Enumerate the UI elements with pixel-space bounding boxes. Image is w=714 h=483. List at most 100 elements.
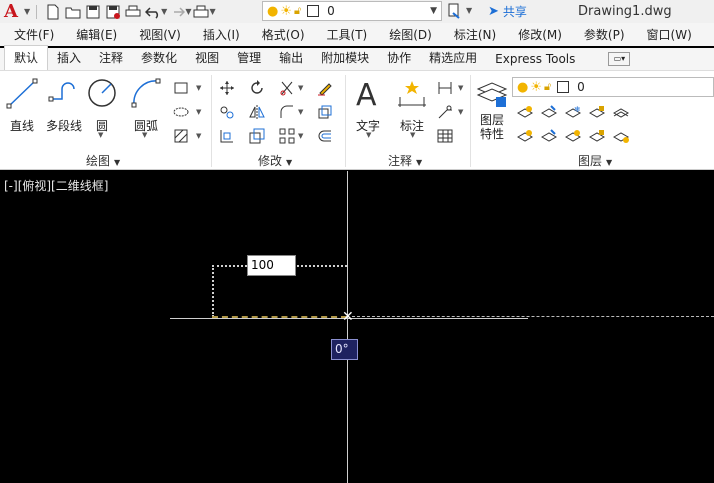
undo-icon[interactable] bbox=[143, 2, 163, 22]
dimension-tool-button[interactable]: 标注 bbox=[396, 77, 428, 134]
leader-icon[interactable] bbox=[436, 103, 454, 121]
quick-access-caret-icon[interactable]: ▼ bbox=[209, 7, 215, 16]
save-icon[interactable] bbox=[83, 2, 103, 22]
dynamic-input-length[interactable]: 100 bbox=[247, 255, 296, 276]
layer-walk-icon[interactable] bbox=[612, 127, 630, 145]
linear-dim-caret-icon[interactable]: ▼ bbox=[458, 84, 463, 92]
layer-lock-icon: 🔓︎ bbox=[544, 80, 552, 93]
layer-properties-button[interactable]: 图层 特性 bbox=[476, 77, 508, 141]
trim-icon[interactable] bbox=[278, 79, 296, 97]
new-file-icon[interactable] bbox=[43, 2, 63, 22]
tab-featured-apps[interactable]: 精选应用 bbox=[420, 46, 486, 70]
layers-panel-title[interactable]: 图层 ▼ bbox=[578, 152, 612, 169]
layer-match-icon[interactable] bbox=[612, 103, 630, 121]
layer-off-icon[interactable] bbox=[516, 103, 534, 121]
tab-default[interactable]: 默认 bbox=[4, 45, 49, 70]
layer-color-swatch bbox=[557, 81, 570, 93]
leader-caret-icon[interactable]: ▼ bbox=[458, 108, 463, 116]
menu-view[interactable]: 视图(V) bbox=[139, 26, 181, 43]
polyline-tool-button[interactable]: 多段线 bbox=[46, 77, 82, 134]
tab-parametric[interactable]: 参数化 bbox=[132, 46, 186, 70]
draw-panel-title[interactable]: 绘图 ▼ bbox=[86, 152, 120, 169]
menu-modify[interactable]: 修改(M) bbox=[518, 26, 562, 43]
table-icon[interactable] bbox=[436, 127, 454, 145]
menu-tools[interactable]: 工具(T) bbox=[327, 26, 368, 43]
tab-view[interactable]: 视图 bbox=[186, 46, 228, 70]
stretch-icon[interactable] bbox=[218, 127, 236, 145]
drawing-canvas[interactable]: [-][俯视][二维线框] 100 ✕ 0° bbox=[0, 171, 714, 483]
layer-thaw-icon[interactable] bbox=[564, 127, 582, 145]
array-caret-icon[interactable]: ▼ bbox=[298, 132, 303, 140]
copy-icon[interactable] bbox=[218, 103, 236, 121]
menu-file[interactable]: 文件(F) bbox=[14, 26, 54, 43]
layer-isolate-icon[interactable] bbox=[540, 103, 558, 121]
match-properties-icon[interactable] bbox=[445, 1, 465, 21]
arc-caret-icon[interactable]: ▼ bbox=[142, 131, 147, 139]
fillet-icon[interactable] bbox=[278, 103, 296, 121]
redo-icon[interactable] bbox=[167, 2, 187, 22]
rectangle-icon[interactable] bbox=[172, 79, 190, 97]
ellipse-caret-icon[interactable]: ▼ bbox=[196, 108, 201, 116]
current-layer-name: 0 bbox=[577, 80, 585, 94]
array-icon[interactable] bbox=[278, 127, 296, 145]
tab-express-tools[interactable]: Express Tools bbox=[486, 49, 584, 70]
match-caret-icon[interactable]: ▼ bbox=[466, 6, 472, 15]
layer-unlock-icon[interactable] bbox=[588, 127, 606, 145]
move-icon[interactable] bbox=[218, 79, 236, 97]
chevron-down-icon[interactable]: ▼ bbox=[430, 6, 437, 16]
current-layer-dropdown[interactable]: ● ☀ 🔓︎ 0 bbox=[512, 77, 714, 97]
viewport-controls[interactable]: [-][俯视][二维线框] bbox=[4, 177, 108, 194]
menu-window[interactable]: 窗口(W) bbox=[647, 26, 692, 43]
erase-icon[interactable] bbox=[316, 79, 334, 97]
dimension-caret-icon[interactable]: ▼ bbox=[410, 131, 415, 139]
hatch-icon[interactable] bbox=[172, 127, 190, 145]
menu-insert[interactable]: 插入(I) bbox=[203, 26, 240, 43]
trim-caret-icon[interactable]: ▼ bbox=[298, 84, 303, 92]
app-menu-caret-icon[interactable]: ▼ bbox=[24, 7, 30, 16]
layer-previous-icon[interactable] bbox=[516, 127, 534, 145]
text-tool-button[interactable]: A 文字 bbox=[352, 77, 384, 134]
menu-edit[interactable]: 编辑(E) bbox=[76, 26, 117, 43]
circle-tool-button[interactable]: 圆 bbox=[86, 77, 118, 134]
scale-icon[interactable] bbox=[248, 127, 266, 145]
save-as-icon[interactable] bbox=[103, 2, 123, 22]
menu-draw[interactable]: 绘图(D) bbox=[389, 26, 432, 43]
open-folder-icon[interactable] bbox=[63, 2, 83, 22]
ribbon-minimize-button[interactable]: ▭▾ bbox=[608, 52, 631, 66]
annotation-panel-title[interactable]: 注释 ▼ bbox=[388, 152, 422, 169]
modify-panel-title[interactable]: 修改 ▼ bbox=[258, 152, 292, 169]
tab-collaborate[interactable]: 协作 bbox=[378, 46, 420, 70]
menu-parametric[interactable]: 参数(P) bbox=[584, 26, 625, 43]
tab-manage[interactable]: 管理 bbox=[228, 46, 270, 70]
rotate-icon[interactable] bbox=[248, 79, 266, 97]
circle-caret-icon[interactable]: ▼ bbox=[98, 131, 103, 139]
tab-output[interactable]: 输出 bbox=[270, 46, 312, 70]
layer-lock-icon: 🔓︎ bbox=[294, 4, 302, 17]
line-tool-button[interactable]: 直线 bbox=[6, 77, 38, 134]
linear-dim-icon[interactable] bbox=[436, 79, 454, 97]
tab-addins[interactable]: 附加模块 bbox=[312, 46, 378, 70]
layer-lock-tool-icon[interactable] bbox=[588, 103, 606, 121]
tab-annotate[interactable]: 注释 bbox=[90, 46, 132, 70]
app-logo-icon[interactable]: A bbox=[4, 1, 22, 22]
ellipse-icon[interactable] bbox=[172, 103, 190, 121]
print-icon[interactable] bbox=[123, 2, 143, 22]
tab-insert[interactable]: 插入 bbox=[48, 46, 90, 70]
menu-dimension[interactable]: 标注(N) bbox=[454, 26, 496, 43]
layer-dropdown[interactable]: ● ☀ 🔓︎ 0 ▼ bbox=[262, 1, 442, 21]
arc-tool-button[interactable]: 圆弧 bbox=[130, 77, 162, 134]
offset-icon[interactable] bbox=[316, 127, 334, 145]
share-button[interactable]: ➤ 共享 bbox=[488, 3, 527, 20]
layer-freeze-icon[interactable]: ❄ bbox=[564, 103, 582, 121]
plot-icon[interactable] bbox=[191, 2, 211, 22]
rectangle-caret-icon[interactable]: ▼ bbox=[196, 84, 201, 92]
svg-text:❄: ❄ bbox=[574, 105, 581, 114]
fillet-caret-icon[interactable]: ▼ bbox=[298, 108, 303, 116]
hatch-caret-icon[interactable]: ▼ bbox=[196, 132, 201, 140]
annotation-panel-label: 注释 bbox=[388, 154, 413, 168]
explode-icon[interactable] bbox=[316, 103, 334, 121]
menu-format[interactable]: 格式(O) bbox=[262, 26, 305, 43]
layer-unisolate-icon[interactable] bbox=[540, 127, 558, 145]
mirror-icon[interactable] bbox=[248, 103, 266, 121]
text-caret-icon[interactable]: ▼ bbox=[366, 131, 371, 139]
